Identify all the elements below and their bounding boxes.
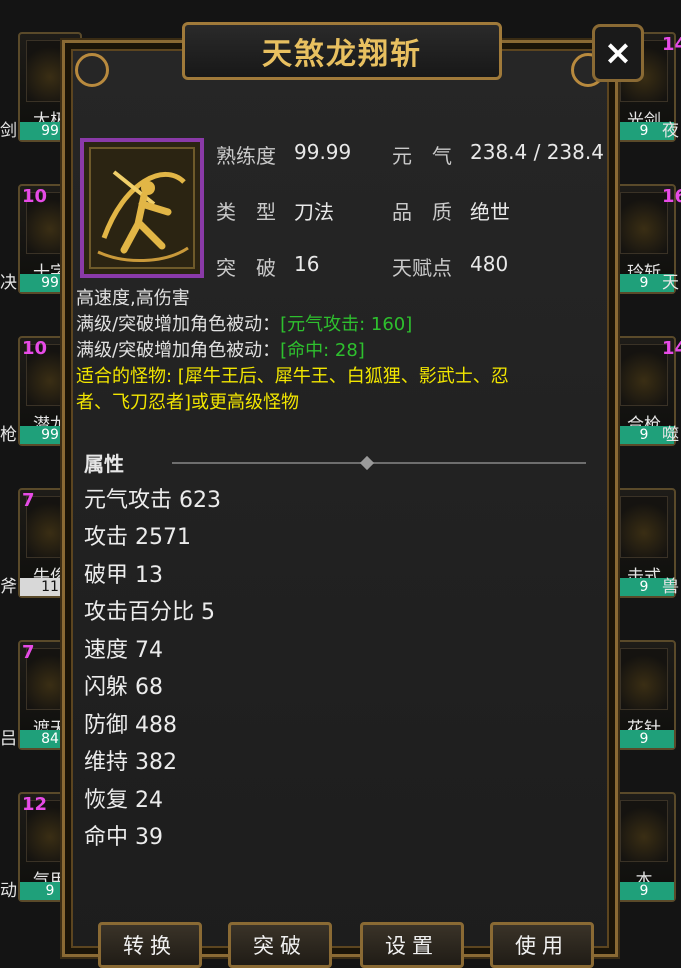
attribute-row: 破甲 13 xyxy=(84,563,163,588)
proficiency-value: 99.99 xyxy=(294,140,352,164)
passive-bonus-value: [元气攻击: 160] xyxy=(280,314,413,335)
attributes-header: 属性 xyxy=(84,452,124,476)
settings-button[interactable]: 设置 xyxy=(360,922,464,968)
cut-tile-level: 16 xyxy=(662,186,681,207)
cut-tile-label: 夜 xyxy=(662,121,679,141)
attribute-row: 闪躲 68 xyxy=(84,675,163,700)
cut-tile-label: 噬 xyxy=(662,425,679,445)
dialog-title-plate: 天煞龙翔斩 xyxy=(182,22,502,80)
dialog-title: 天煞龙翔斩 xyxy=(262,37,422,72)
skill-tile[interactable]: 花针 9 xyxy=(612,640,676,750)
cut-tile-level: 14 xyxy=(662,338,681,359)
frame-corner-ornament xyxy=(75,53,109,87)
cut-tile-label: 决 xyxy=(0,273,17,293)
suitable-monsters-cont: 者、飞刀忍者]或更高级怪物 xyxy=(76,392,300,413)
skill-tile-art xyxy=(620,648,668,710)
skill-icon xyxy=(80,138,204,278)
attribute-row: 防御 488 xyxy=(84,713,177,738)
breakthrough-label: 突 破 xyxy=(216,256,276,280)
use-button[interactable]: 使用 xyxy=(490,922,594,968)
yuanqi-value: 238.4 / 238.4 xyxy=(470,140,604,164)
attribute-row: 恢复 24 xyxy=(84,788,163,813)
cut-tile-label: 天 xyxy=(662,273,679,293)
skill-tile-level: 7 xyxy=(22,642,35,663)
attribute-row: 速度 74 xyxy=(84,638,163,663)
skill-tile[interactable]: 本 9 xyxy=(612,792,676,902)
type-label: 类 型 xyxy=(216,200,276,224)
passive-bonus-line: 满级/突破增加角色被动：[元气攻击: 160] xyxy=(76,310,412,336)
attribute-row: 攻击百分比 5 xyxy=(84,600,215,625)
skill-tile-art xyxy=(620,192,668,254)
swordsman-icon xyxy=(84,142,200,274)
talent-label: 天赋点 xyxy=(392,256,452,280)
cut-tile-label: 斧 xyxy=(0,577,17,597)
talent-value: 480 xyxy=(470,252,509,276)
breakthrough-button[interactable]: 突破 xyxy=(228,922,332,968)
type-value: 刀法 xyxy=(294,200,334,224)
yuanqi-label: 元 气 xyxy=(392,144,452,168)
quality-value: 绝世 xyxy=(470,200,510,224)
skill-tile-art xyxy=(620,344,668,406)
passive-bonus-label: 满级/突破增加角色被动： xyxy=(76,314,281,335)
attribute-row: 维持 382 xyxy=(84,750,177,775)
skill-tile-bar: 9 xyxy=(614,730,674,748)
attribute-row: 元气攻击 623 xyxy=(84,488,221,513)
skill-tile-level: 7 xyxy=(22,490,35,511)
attribute-row: 命中 39 xyxy=(84,825,163,850)
convert-button[interactable]: 转换 xyxy=(98,922,202,968)
suitable-monsters: 适合的怪物: [犀牛王后、犀牛王、白狐狸、影武士、忍 xyxy=(76,366,509,387)
close-button[interactable]: × xyxy=(592,24,644,82)
passive-bonus-line: 满级/突破增加角色被动：[命中: 28] xyxy=(76,336,365,362)
cut-tile-label: 吕 xyxy=(0,729,17,749)
skill-description: 高速度,高伤害 xyxy=(76,288,190,309)
cut-tile-level: 14 xyxy=(662,34,681,55)
passive-bonus-label: 满级/突破增加角色被动： xyxy=(76,340,281,361)
passive-bonus-value: [命中: 28] xyxy=(280,340,365,361)
skill-tile-art xyxy=(620,800,668,862)
skill-tile-level: 10 xyxy=(22,186,48,207)
close-icon: × xyxy=(603,33,633,73)
cut-tile-label: 动 xyxy=(0,881,17,901)
cut-tile-label: 剑 xyxy=(0,121,17,141)
skill-tile-level: 12 xyxy=(22,794,48,815)
section-divider xyxy=(172,462,586,464)
attribute-row: 攻击 2571 xyxy=(84,525,191,550)
proficiency-label: 熟练度 xyxy=(216,144,276,168)
breakthrough-value: 16 xyxy=(294,252,320,276)
cut-tile-label: 枪 xyxy=(0,425,17,445)
quality-label: 品 质 xyxy=(392,200,452,224)
cut-tile-label: 兽 xyxy=(662,577,679,597)
skill-tile-bar: 9 xyxy=(614,882,674,900)
skill-tile-level: 10 xyxy=(22,338,48,359)
skill-tile-art xyxy=(620,496,668,558)
